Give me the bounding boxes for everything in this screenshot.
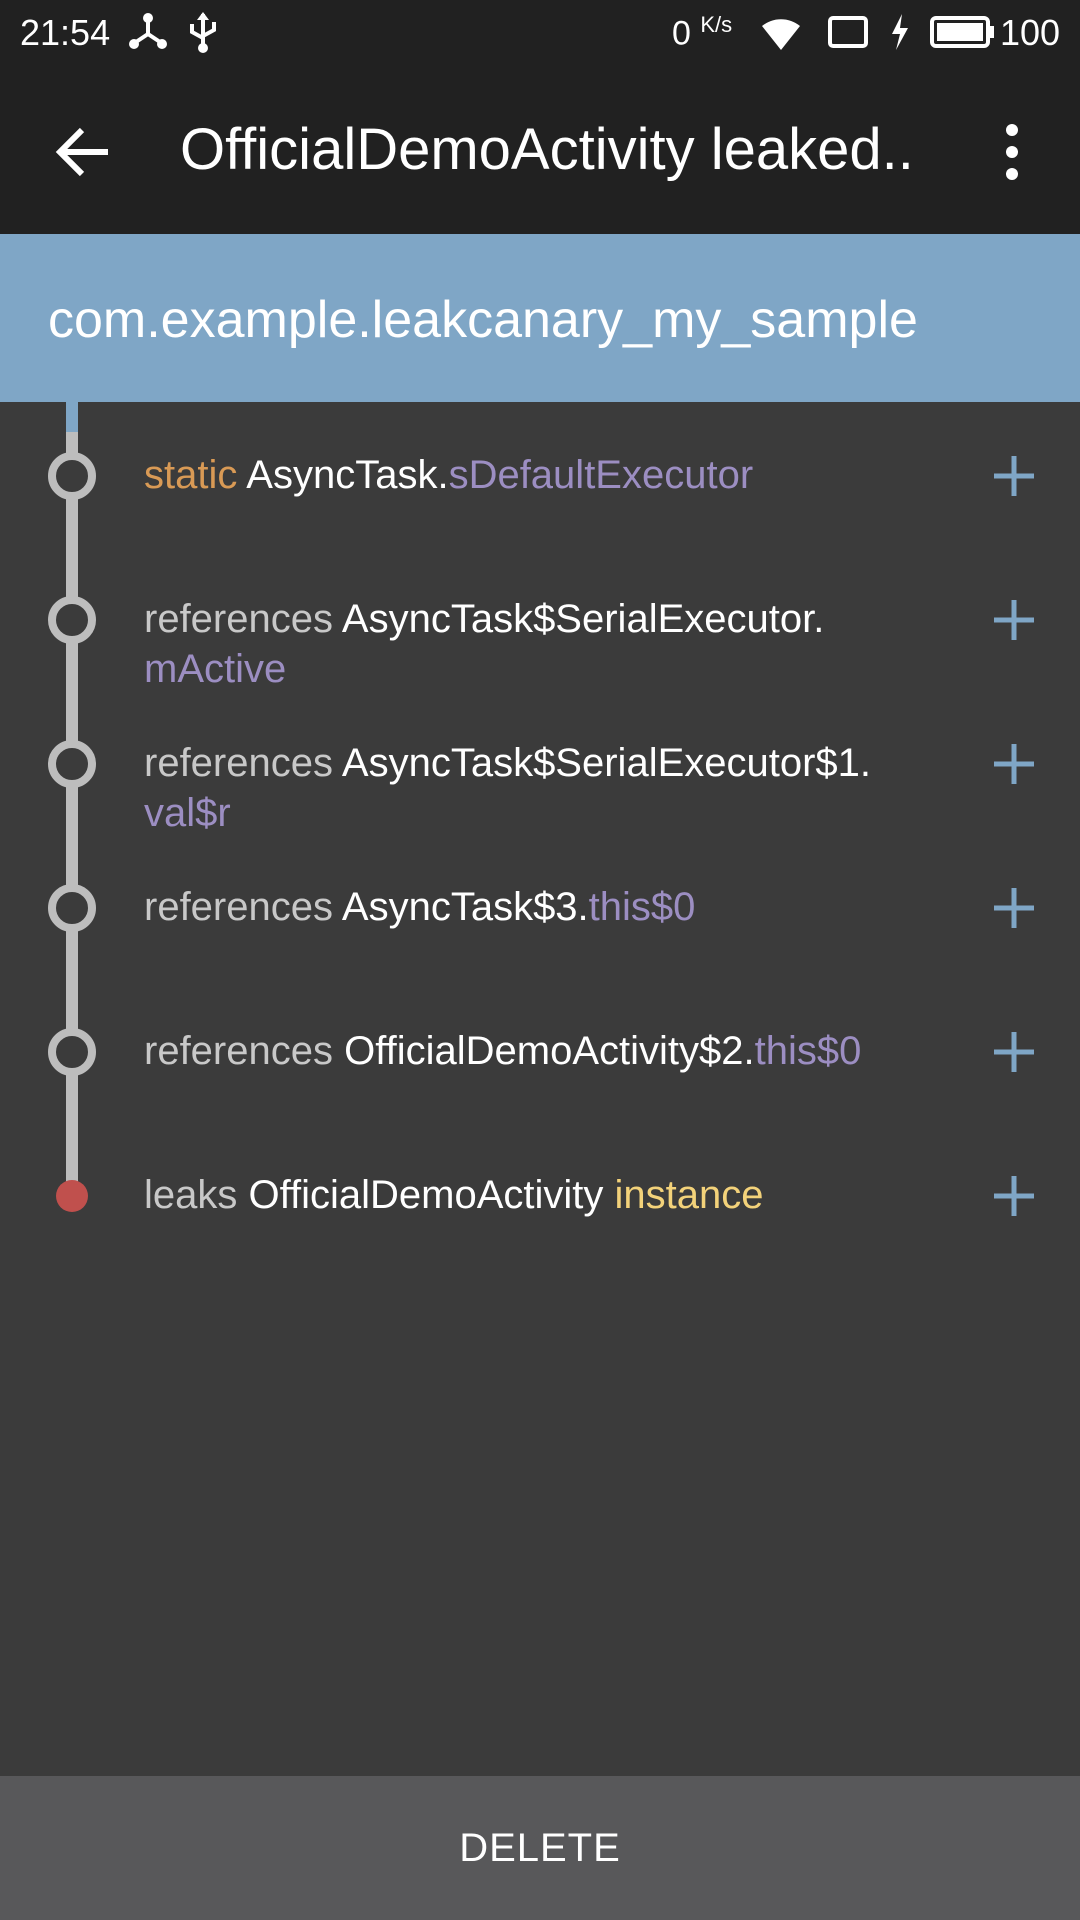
expand-plus-icon[interactable] [990,884,1038,932]
trace-class: AsyncTask$SerialExecutor$1. [341,741,872,785]
expand-plus-icon[interactable] [990,1172,1038,1220]
charging-icon [892,14,908,50]
trace-prefix: static [144,453,238,497]
trace-text: references OfficialDemoActivity$2.this$0 [144,1026,924,1076]
net-speed: 0 K/s [672,12,732,53]
expand-plus-icon[interactable] [990,452,1038,500]
expand-plus-icon[interactable] [990,596,1038,644]
trace-field: this$0 [754,1029,862,1073]
trace-text: static AsyncTask.sDefaultExecutor [144,450,924,500]
trace-prefix: references [144,597,333,641]
screen: 21:54 0 K/s 100 OfficialDemoActivity lea… [0,0,1080,1920]
expand-plus-icon[interactable] [990,1028,1038,1076]
trace-text: references AsyncTask$SerialExecutor$1. va… [144,738,924,838]
expand-plus-icon[interactable] [990,740,1038,788]
trace-class: AsyncTask$3. [341,885,589,929]
app-bar: OfficialDemoActivity leaked.. [0,66,1080,234]
trace-text: references AsyncTask$3.this$0 [144,882,924,932]
usb-icon [190,12,216,53]
trace-field: val$r [144,791,231,835]
trace-prefix: leaks [144,1173,238,1217]
trace-field: sDefaultExecutor [448,453,754,497]
net-speed-unit: K/s [700,12,733,37]
trace-text: references AsyncTask$SerialExecutor. mAct… [144,594,924,694]
trace-field: mActive [144,647,287,691]
page-title: OfficialDemoActivity leaked.. [180,117,914,182]
wifi-icon [762,19,800,50]
list-item[interactable]: references AsyncTask$SerialExecutor. mAct… [0,548,1080,692]
package-name: com.example.leakcanary_my_sample [48,291,918,349]
arrow-back-icon[interactable] [52,120,116,184]
list-item[interactable]: leaks OfficialDemoActivity instance [0,1124,1080,1268]
trace-prefix: references [144,1029,333,1073]
status-bar: 21:54 0 K/s 100 [0,0,1080,66]
trace-field: this$0 [588,885,696,929]
trace-class: AsyncTask. [246,453,449,497]
trace-text: leaks OfficialDemoActivity instance [144,1170,924,1220]
list-item[interactable]: references AsyncTask$3.this$0 [0,836,1080,980]
trace-class: OfficialDemoActivity [248,1173,615,1217]
list-item[interactable]: static AsyncTask.sDefaultExecutor [0,404,1080,548]
package-header: com.example.leakcanary_my_sample [0,234,1080,402]
trace-field: instance [614,1173,764,1217]
list-item[interactable]: references OfficialDemoActivity$2.this$0 [0,980,1080,1124]
trace-prefix: references [144,741,333,785]
battery-level: 100 [1000,12,1061,53]
delete-button[interactable]: DELETE [0,1776,1080,1920]
status-time: 21:54 [20,12,111,53]
share-icon [129,13,167,49]
delete-button-label: DELETE [459,1825,621,1870]
trace-prefix: references [144,885,333,929]
list-item[interactable]: references AsyncTask$SerialExecutor$1. va… [0,692,1080,836]
screen-icon [828,16,868,48]
trace-class: OfficialDemoActivity$2. [344,1029,755,1073]
trace-class: AsyncTask$SerialExecutor. [341,597,825,641]
more-vert-icon[interactable] [992,122,1032,182]
net-speed-value: 0 [672,14,691,53]
battery-icon [930,16,994,48]
leak-trace: static AsyncTask.sDefaultExecutor refere… [0,402,1080,1776]
